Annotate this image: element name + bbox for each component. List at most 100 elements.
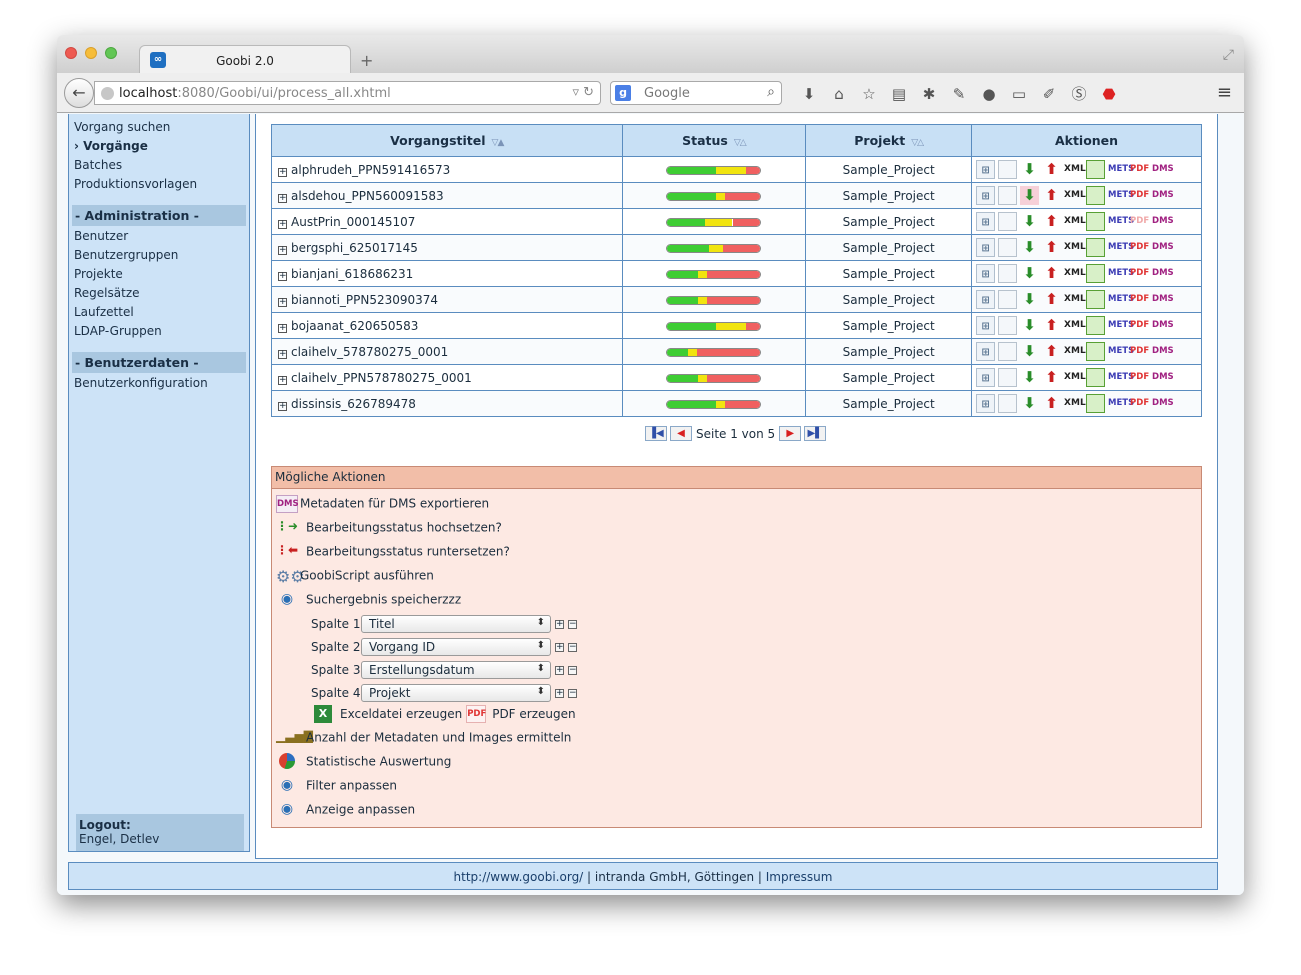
status-down-icon[interactable]: ⬇ [1020,290,1039,309]
add-column-button[interactable]: + [555,619,564,629]
s-icon[interactable]: Ⓢ [1064,83,1094,104]
remove-column-button[interactable]: − [568,619,577,629]
sidebar-item-regelsaetze[interactable]: Regelsätze [74,286,140,300]
reload-icon[interactable]: ▿ ↻ [572,85,594,100]
status-down-action[interactable]: ⋮⬅ Bearbeitungsstatus runtersetzen? [276,543,510,561]
status-up-icon[interactable]: ⬆ [1042,264,1061,283]
statistics-action[interactable]: Statistische Auswertung [276,753,451,771]
sidebar-item-batches[interactable]: Batches [74,158,122,172]
process-details-icon[interactable]: ⊞ [976,394,996,413]
export-dms-action[interactable]: DMSMetadaten für DMS exportieren [276,495,489,513]
sidebar-item-laufzettel[interactable]: Laufzettel [74,305,134,319]
task-list-icon[interactable] [1086,186,1106,205]
remove-column-button[interactable]: − [568,688,577,698]
dms-export-icon[interactable]: DMS [1152,316,1174,335]
xml-export-icon[interactable]: XML [1064,290,1086,309]
dms-export-icon[interactable]: DMS [1152,212,1174,231]
mets-export-icon[interactable]: METS [1108,316,1134,335]
column-3-select[interactable]: Erstellungsdatum ⬍ [361,661,551,679]
process-details-icon[interactable]: ⊞ [976,186,996,205]
goobiscript-action[interactable]: ⚙⚙GoobiScript ausführen [276,567,434,586]
dms-export-icon[interactable]: DMS [1152,368,1174,387]
mets-export-icon[interactable]: METS [1108,186,1134,205]
document-icon[interactable] [998,264,1018,283]
document-icon[interactable] [998,212,1018,231]
mets-export-icon[interactable]: METS [1108,368,1134,387]
pdf-export-icon[interactable]: PDF [1130,342,1149,361]
process-details-icon[interactable]: ⊞ [976,316,996,335]
expand-icon[interactable]: + [278,375,287,385]
document-icon[interactable] [998,186,1018,205]
process-title[interactable]: alsdehou_PPN560091583 [291,189,444,203]
process-title[interactable]: bianjani_618686231 [291,267,413,281]
goobi-link[interactable]: http://www.goobi.org/ [454,870,584,884]
task-list-icon[interactable] [1086,316,1106,335]
process-details-icon[interactable]: ⊞ [976,212,996,231]
process-title[interactable]: biannoti_PPN523090374 [291,293,438,307]
status-up-icon[interactable]: ⬆ [1042,316,1061,335]
document-icon[interactable] [998,160,1018,179]
status-down-icon[interactable]: ⬇ [1020,186,1040,205]
column-header-status[interactable]: Status ▽△ [621,124,807,157]
download-icon[interactable]: ⬇ [794,85,824,103]
browser-tab[interactable]: ∞ Goobi 2.0 [139,45,351,74]
process-details-icon[interactable]: ⊞ [976,290,996,309]
status-down-icon[interactable]: ⬇ [1020,368,1039,387]
expand-icon[interactable]: + [278,349,287,359]
process-details-icon[interactable]: ⊞ [976,368,996,387]
sidebar-item-vorgang-suchen[interactable]: Vorgang suchen [74,120,170,134]
minimize-window-button[interactable] [85,47,97,59]
sidebar-item-benutzergruppen[interactable]: Benutzergruppen [74,248,178,262]
expand-icon[interactable]: + [278,193,287,203]
column-header-project[interactable]: Projekt ▽△ [805,124,973,157]
document-icon[interactable] [998,368,1018,387]
status-up-icon[interactable]: ⬆ [1042,186,1061,205]
pdf-export-icon[interactable]: PDF [1130,264,1149,283]
status-down-icon[interactable]: ⬇ [1020,238,1039,257]
process-title[interactable]: AustPrin_000145107 [291,215,415,229]
pdf-export-icon[interactable]: PDF [1130,316,1149,335]
xml-export-icon[interactable]: XML [1064,342,1086,361]
task-list-icon[interactable] [1086,238,1106,257]
xml-export-icon[interactable]: XML [1064,368,1086,387]
process-details-icon[interactable]: ⊞ [976,264,996,283]
save-search-action[interactable]: ◉ Suchergebnis speicherzzz [276,591,461,609]
mets-export-icon[interactable]: METS [1108,238,1134,257]
column-2-select[interactable]: Vorgang ID ⬍ [361,638,551,656]
dms-export-icon[interactable]: DMS [1152,342,1174,361]
dms-export-icon[interactable]: DMS [1152,160,1174,179]
filter-action[interactable]: ◉ Filter anpassen [276,777,397,795]
site-identity-icon[interactable] [101,87,114,100]
pipette-icon[interactable]: ✎ [944,85,974,103]
status-up-icon[interactable]: ⬆ [1042,212,1061,231]
pdf-export-icon[interactable]: PDF [1130,394,1149,413]
xml-export-icon[interactable]: XML [1064,238,1086,257]
mets-export-icon[interactable]: METS [1108,394,1134,413]
bookmark-star-icon[interactable]: ☆ [854,85,884,103]
status-up-icon[interactable]: ⬆ [1042,368,1061,387]
last-page-button[interactable]: ▶▌ [804,426,827,441]
zoom-window-button[interactable] [105,47,117,59]
column-1-select[interactable]: Titel ⬍ [361,615,551,633]
task-list-icon[interactable] [1086,212,1106,231]
remove-column-button[interactable]: − [568,642,577,652]
dms-export-icon[interactable]: DMS [1152,264,1174,283]
display-action[interactable]: ◉ Anzeige anpassen [276,801,415,819]
remove-column-button[interactable]: − [568,665,577,675]
expand-icon[interactable]: + [278,167,287,177]
dms-export-icon[interactable]: DMS [1152,186,1174,205]
count-metadata-action[interactable]: ▁▃▅▇Anzahl der Metadaten und Images ermi… [276,729,571,747]
status-up-icon[interactable]: ⬆ [1042,160,1061,179]
pdf-export-icon[interactable]: PDF [1130,160,1149,179]
adblock-icon[interactable]: ⬣ [1094,85,1124,103]
process-title[interactable]: claihelv_578780275_0001 [291,345,448,359]
process-details-icon[interactable]: ⊞ [976,238,996,257]
sidebar-item-ldap-gruppen[interactable]: LDAP-Gruppen [74,324,162,338]
excel-export-button[interactable]: X Exceldatei erzeugen [314,705,462,723]
pdf-export-icon[interactable]: PDF [1130,290,1149,309]
expand-icon[interactable]: + [278,297,287,307]
hamburger-menu-icon[interactable]: ≡ [1217,82,1232,103]
expand-icon[interactable]: + [278,219,287,229]
reading-list-icon[interactable]: ▤ [884,85,914,103]
search-bar[interactable]: g Google ⌕ [610,81,782,105]
